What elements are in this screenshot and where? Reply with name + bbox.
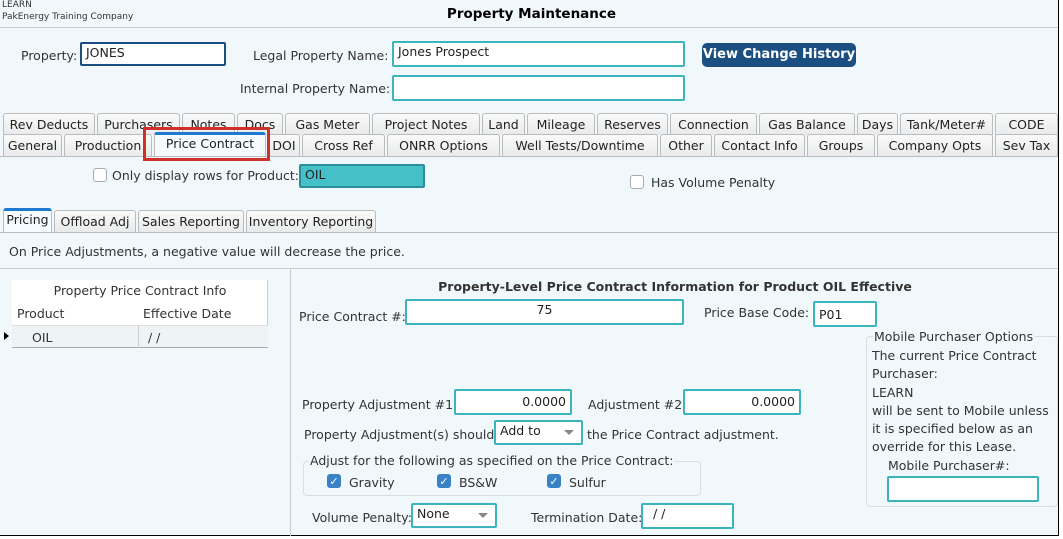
tab-well-tests-downtime[interactable]: Well Tests/Downtime bbox=[502, 134, 658, 156]
price-base-code-input[interactable]: P01 bbox=[813, 301, 877, 327]
tab-rev-deducts[interactable]: Rev Deducts bbox=[3, 113, 95, 135]
subtab-divider bbox=[0, 232, 1058, 233]
price-adjustment-note: On Price Adjustments, a negative value w… bbox=[9, 244, 405, 259]
adjustment-should-label: Property Adjustment(s) should bbox=[304, 427, 495, 442]
mobile-purchaser-label: Mobile Purchaser#: bbox=[888, 458, 1010, 473]
tab-pricing[interactable]: Pricing bbox=[3, 208, 52, 232]
sulfur-label: Sulfur bbox=[569, 475, 606, 490]
bsw-checkbox[interactable]: ✓ bbox=[437, 474, 451, 488]
adjustment-should-suffix: the Price Contract adjustment. bbox=[587, 427, 779, 442]
tab-onrr-options[interactable]: ONRR Options bbox=[387, 134, 500, 156]
adjust-for-group-label: Adjust for the following as specified on… bbox=[309, 453, 675, 468]
tab-doi[interactable]: DOI bbox=[268, 134, 300, 156]
property-maintenance-window: LEARN PakEnergy Training Company Propert… bbox=[0, 0, 1059, 536]
section-divider bbox=[0, 268, 1058, 269]
grid-title: Property Price Contract Info bbox=[53, 283, 227, 298]
mobile-text-2: Purchaser: bbox=[872, 366, 938, 381]
column-header-product[interactable]: Product bbox=[17, 306, 64, 321]
volume-penalty-select[interactable]: None bbox=[411, 503, 497, 528]
termination-date-label: Termination Date: bbox=[531, 510, 643, 525]
detail-heading: Property-Level Price Contract Informatio… bbox=[438, 279, 912, 294]
property-label: Property: bbox=[21, 48, 78, 63]
internal-name-input[interactable] bbox=[392, 75, 685, 101]
tab-cross-ref[interactable]: Cross Ref bbox=[302, 134, 385, 156]
price-contract-label: Price Contract #: bbox=[299, 309, 406, 324]
bsw-label: BS&W bbox=[459, 475, 498, 490]
tab-gas-balance[interactable]: Gas Balance bbox=[759, 113, 855, 135]
adjustment-mode-select[interactable]: Add to bbox=[494, 420, 583, 445]
property-input[interactable]: JONES bbox=[80, 42, 226, 66]
highlight-box bbox=[143, 127, 270, 161]
adjustment1-input[interactable]: 0.0000 bbox=[454, 389, 572, 415]
page-title: Property Maintenance bbox=[446, 6, 617, 22]
mobile-text-4: will be sent to Mobile unless bbox=[872, 403, 1049, 418]
title-bar: LEARN PakEnergy Training Company Propert… bbox=[0, 0, 1058, 28]
panel-divider bbox=[290, 268, 291, 536]
tab-inventory-reporting[interactable]: Inventory Reporting bbox=[246, 210, 376, 232]
tab-other[interactable]: Other bbox=[660, 134, 712, 156]
termination-date-input[interactable]: / / bbox=[641, 503, 734, 529]
mobile-text-6: override for this Lease. bbox=[872, 439, 1017, 454]
column-header-effective-date[interactable]: Effective Date bbox=[143, 306, 231, 321]
tab-offload-adj[interactable]: Offload Adj bbox=[54, 210, 136, 232]
adjustment2-label: Adjustment #2: bbox=[588, 397, 687, 412]
adjustment2-input[interactable]: 0.0000 bbox=[683, 389, 801, 415]
only-display-checkbox[interactable] bbox=[93, 168, 107, 182]
price-contract-input[interactable]: 75 bbox=[405, 299, 684, 325]
volume-penalty-label: Volume Penalty: bbox=[312, 510, 412, 525]
tab-project-notes[interactable]: Project Notes bbox=[372, 113, 480, 135]
tab-contact-info[interactable]: Contact Info bbox=[714, 134, 805, 156]
row-indicator-icon bbox=[4, 332, 9, 340]
mobile-purchaser-name: LEARN bbox=[872, 385, 914, 400]
price-base-code-label: Price Base Code: bbox=[704, 305, 810, 320]
product-filter-input[interactable]: OIL bbox=[299, 164, 425, 188]
mobile-text-1: The current Price Contract bbox=[872, 348, 1037, 363]
tab-connection[interactable]: Connection bbox=[670, 113, 757, 135]
tab-code[interactable]: CODE bbox=[995, 113, 1058, 135]
tab-mileage[interactable]: Mileage bbox=[527, 113, 595, 135]
cell-effective-date: / / bbox=[148, 330, 161, 345]
adjustment1-label: Property Adjustment #1: bbox=[302, 397, 458, 412]
tab-company-opts[interactable]: Company Opts bbox=[877, 134, 993, 156]
view-change-history-button[interactable]: View Change History bbox=[702, 43, 856, 67]
legal-name-label: Legal Property Name: bbox=[253, 48, 389, 63]
price-contract-grid: Property Price Contract Info Product Eff… bbox=[12, 280, 268, 348]
tab-land[interactable]: Land bbox=[482, 113, 525, 135]
mobile-group-title: Mobile Purchaser Options bbox=[873, 329, 1035, 344]
has-volume-penalty-checkbox[interactable] bbox=[630, 175, 644, 189]
tab-general[interactable]: General bbox=[3, 134, 62, 156]
tab-tank-meter[interactable]: Tank/Meter# bbox=[900, 113, 993, 135]
only-display-label: Only display rows for Product: bbox=[112, 168, 300, 183]
tab-reserves[interactable]: Reserves bbox=[597, 113, 668, 135]
tab-groups[interactable]: Groups bbox=[807, 134, 875, 156]
tab-gas-meter[interactable]: Gas Meter bbox=[285, 113, 370, 135]
mobile-purchaser-input[interactable] bbox=[887, 476, 1039, 502]
tab-sev-tax[interactable]: Sev Tax bbox=[995, 134, 1058, 156]
table-row[interactable]: OIL / / bbox=[12, 325, 268, 348]
legal-name-input[interactable]: Jones Prospect bbox=[392, 41, 685, 67]
gravity-label: Gravity bbox=[349, 475, 395, 490]
sulfur-checkbox[interactable]: ✓ bbox=[547, 474, 561, 488]
tab-production[interactable]: Production bbox=[64, 134, 152, 156]
gravity-checkbox[interactable]: ✓ bbox=[327, 474, 341, 488]
cell-product: OIL bbox=[32, 330, 53, 345]
tab-sales-reporting[interactable]: Sales Reporting bbox=[138, 210, 244, 232]
mobile-text-5: it is specified below as an bbox=[872, 421, 1033, 436]
tab-days[interactable]: Days bbox=[857, 113, 898, 135]
has-volume-penalty-label: Has Volume Penalty bbox=[651, 175, 776, 190]
internal-name-label: Internal Property Name: bbox=[240, 81, 391, 96]
